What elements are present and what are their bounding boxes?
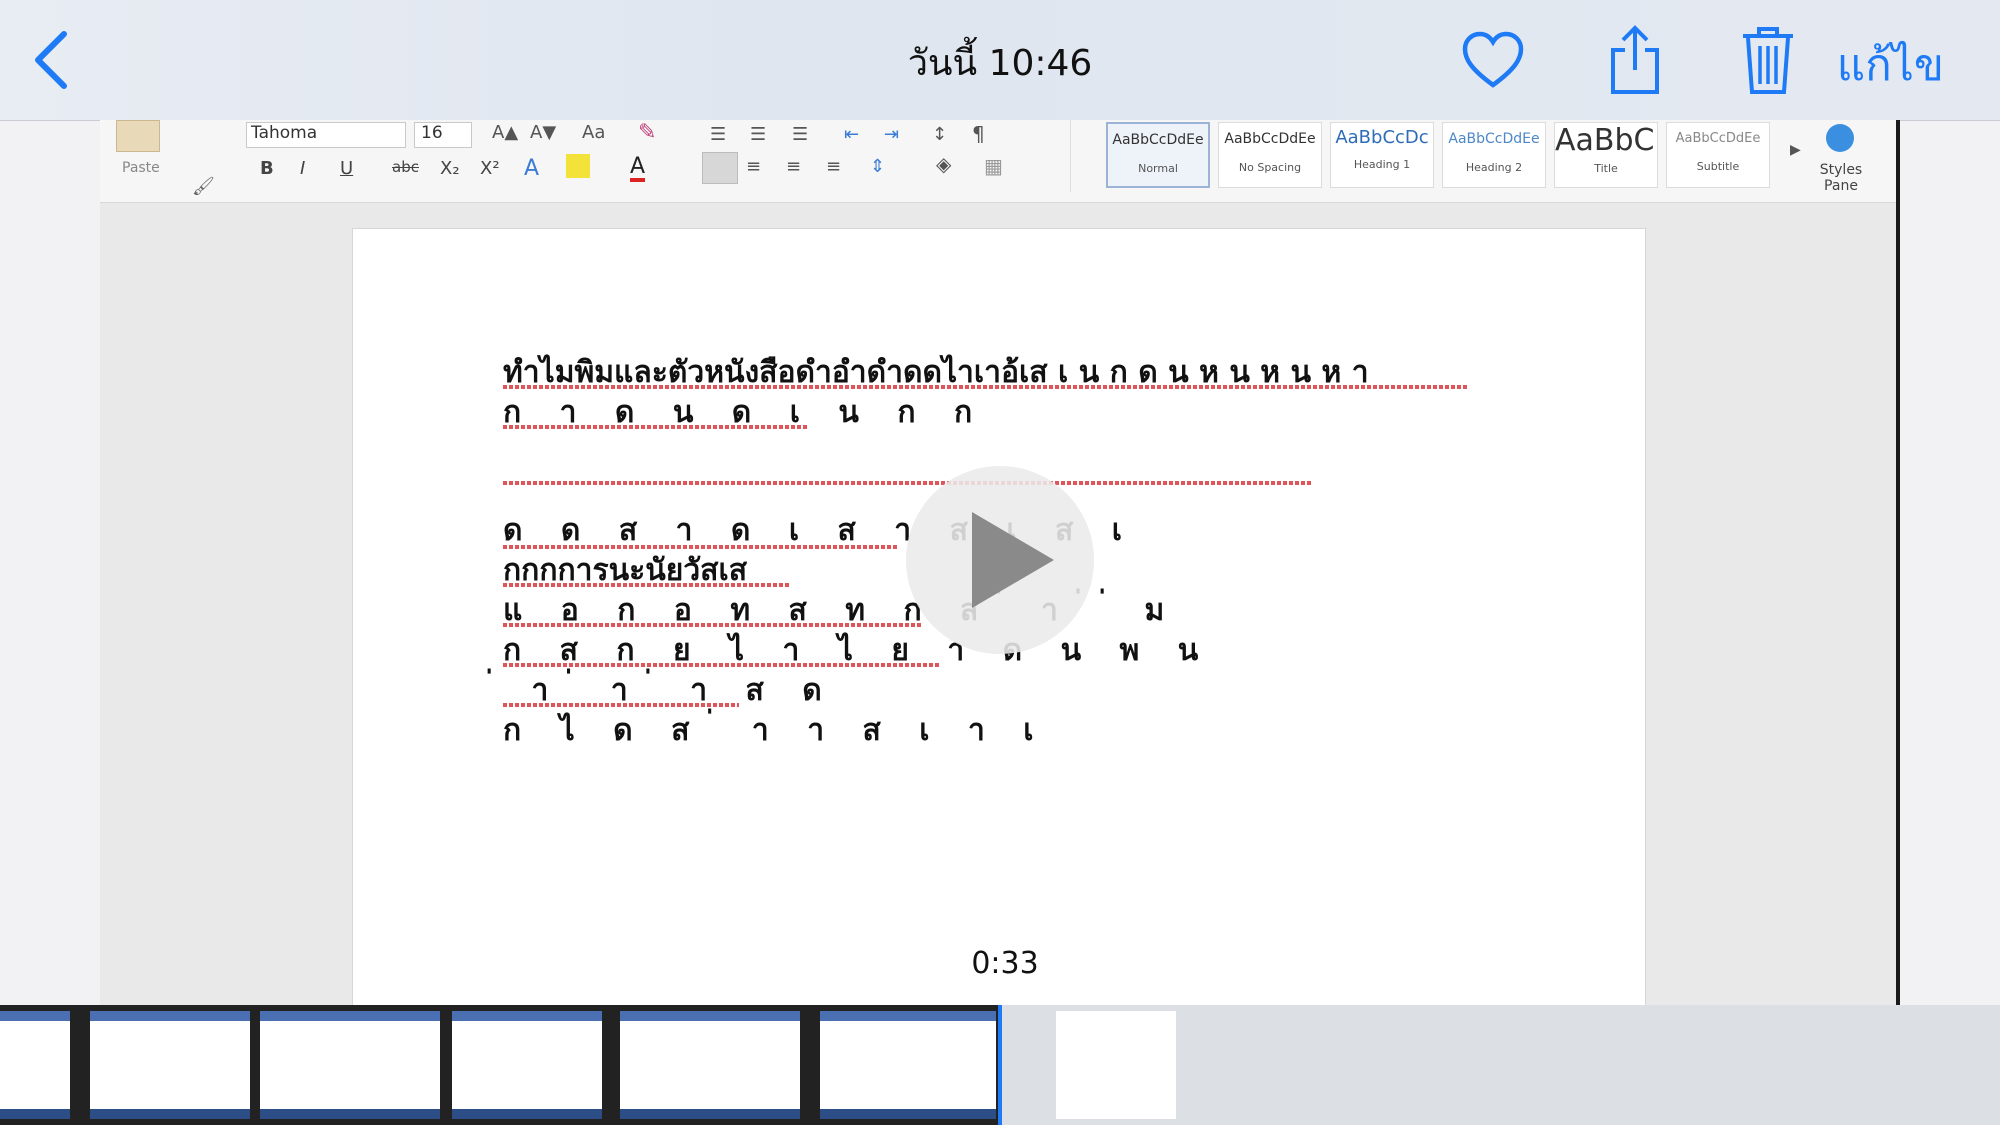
thumbnail-frame bbox=[820, 1011, 996, 1119]
strikethrough-button[interactable]: abc bbox=[392, 158, 419, 176]
frame-edge bbox=[1896, 120, 1900, 1005]
text-effects-icon[interactable]: A bbox=[524, 156, 539, 181]
style-no-spacing[interactable]: AaBbCcDdEe No Spacing bbox=[1218, 122, 1322, 188]
italic-button[interactable]: I bbox=[300, 158, 305, 179]
sort-icon[interactable]: ↕ bbox=[932, 124, 947, 145]
share-icon[interactable] bbox=[1604, 24, 1666, 96]
styles-pane-icon[interactable] bbox=[1826, 124, 1854, 152]
filmstrip-scrubber[interactable] bbox=[0, 1005, 2000, 1125]
line-spacing-icon[interactable]: ⇕ bbox=[870, 156, 885, 177]
increase-indent-icon[interactable]: ⇥ bbox=[884, 124, 899, 145]
clear-format-icon[interactable]: ✎ bbox=[638, 120, 656, 145]
video-timestamp: 0:33 bbox=[971, 946, 1039, 981]
borders-icon[interactable]: ▦ bbox=[984, 154, 1003, 178]
edit-button[interactable]: แก้ไข bbox=[1837, 30, 1944, 100]
shrink-font-icon[interactable]: A▼ bbox=[530, 122, 556, 143]
style-title[interactable]: AaBbC( Title bbox=[1554, 122, 1658, 188]
thumbnail-frame bbox=[90, 1011, 250, 1119]
decrease-indent-icon[interactable]: ⇤ bbox=[844, 124, 859, 145]
font-name-field[interactable]: Tahoma bbox=[246, 122, 406, 148]
thumbnail-frame bbox=[1056, 1011, 1176, 1119]
numbering-icon[interactable]: ☰ bbox=[750, 124, 766, 145]
underline-button[interactable]: U bbox=[340, 158, 353, 179]
change-case-icon[interactable]: Aa bbox=[582, 122, 605, 143]
style-normal[interactable]: AaBbCcDdEe Normal bbox=[1106, 122, 1210, 188]
thumbnail-frame bbox=[260, 1011, 440, 1119]
thumbnail-frame bbox=[0, 1011, 70, 1119]
doc-line-9: ก ไ ด ส ่ า า ส เ า เ bbox=[503, 713, 1048, 748]
style-subtitle[interactable]: AaBbCcDdEe Subtitle bbox=[1666, 122, 1770, 188]
format-painter-icon: 🖌 bbox=[192, 176, 215, 197]
bold-button[interactable]: B bbox=[260, 158, 274, 179]
filmstrip-thumbnails[interactable] bbox=[0, 1005, 1000, 1125]
clipboard-icon bbox=[116, 120, 160, 152]
multilevel-list-icon[interactable]: ☰ bbox=[792, 124, 808, 145]
thumbnail-frame bbox=[620, 1011, 800, 1119]
pilcrow-icon[interactable]: ¶ bbox=[972, 122, 985, 146]
align-right-icon[interactable]: ≡ bbox=[786, 156, 801, 177]
thumbnail-frame bbox=[452, 1011, 602, 1119]
highlight-icon[interactable] bbox=[566, 154, 590, 178]
styles-more-arrow-icon[interactable]: ▶ bbox=[1790, 142, 1801, 158]
spellcheck-underline bbox=[503, 425, 807, 429]
paste-label: Paste bbox=[122, 160, 160, 176]
bullets-icon[interactable]: ☰ bbox=[710, 124, 726, 145]
superscript-button[interactable]: X² bbox=[480, 158, 500, 179]
style-heading-1[interactable]: AaBbCcDc Heading 1 bbox=[1330, 122, 1434, 188]
play-icon bbox=[972, 512, 1054, 608]
align-center-icon[interactable]: ≡ bbox=[746, 156, 761, 177]
font-size-field[interactable]: 16 bbox=[414, 122, 472, 148]
word-ribbon: Paste 🖌 Tahoma 16 A▲ A▼ Aa ✎ B I U abc X… bbox=[100, 120, 1900, 203]
favorite-heart-icon[interactable] bbox=[1458, 24, 1528, 96]
trash-icon[interactable] bbox=[1736, 24, 1800, 96]
shading-icon[interactable]: ◈ bbox=[936, 152, 951, 176]
style-heading-2[interactable]: AaBbCcDdEe Heading 2 bbox=[1442, 122, 1546, 188]
styles-pane-label[interactable]: Styles Pane bbox=[1816, 162, 1866, 194]
font-color-icon[interactable]: A bbox=[630, 156, 646, 182]
justify-icon[interactable]: ≡ bbox=[826, 156, 841, 177]
scrubber-playhead[interactable] bbox=[998, 1005, 1002, 1125]
grow-font-icon[interactable]: A▲ bbox=[492, 122, 518, 143]
nav-title: วันนี้ 10:46 bbox=[907, 43, 1093, 84]
subscript-button[interactable]: X₂ bbox=[440, 158, 460, 179]
play-button[interactable] bbox=[906, 466, 1094, 654]
align-left-button[interactable] bbox=[702, 152, 738, 184]
nav-bar: วันนี้ 10:46 แก้ไข bbox=[0, 0, 2000, 121]
